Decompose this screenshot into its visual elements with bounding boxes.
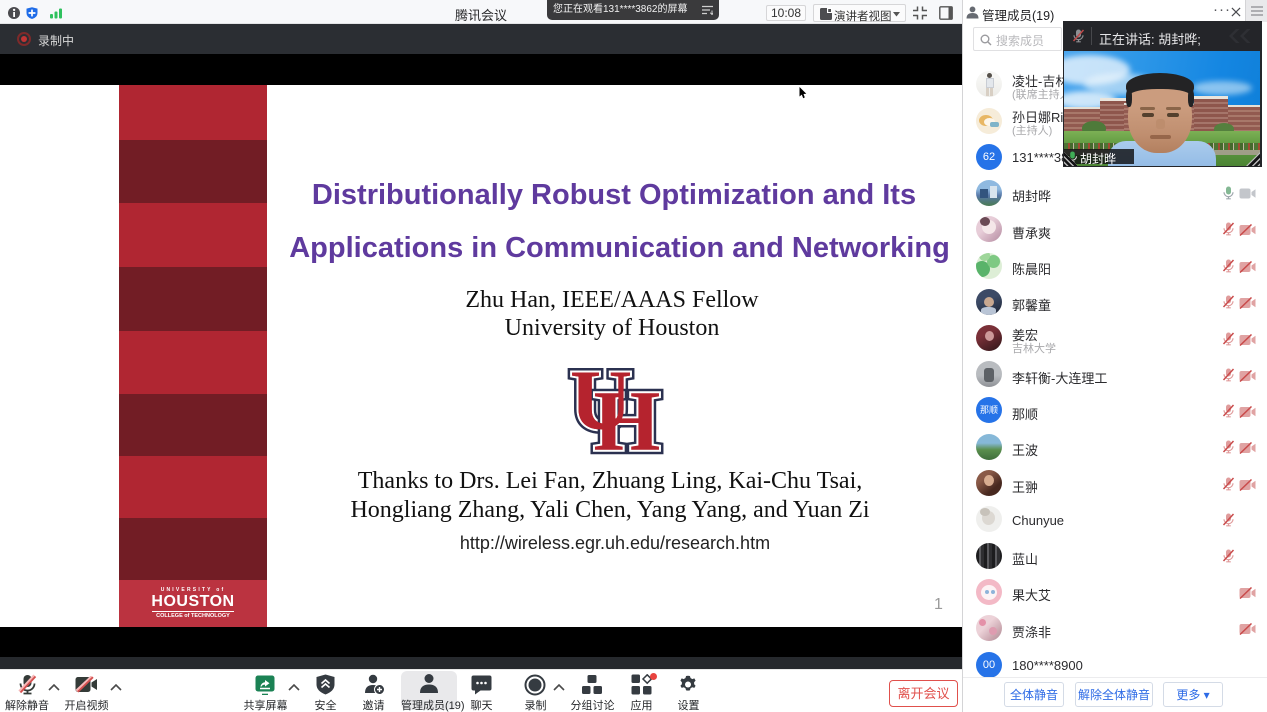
- svg-text:U: U: [570, 362, 632, 448]
